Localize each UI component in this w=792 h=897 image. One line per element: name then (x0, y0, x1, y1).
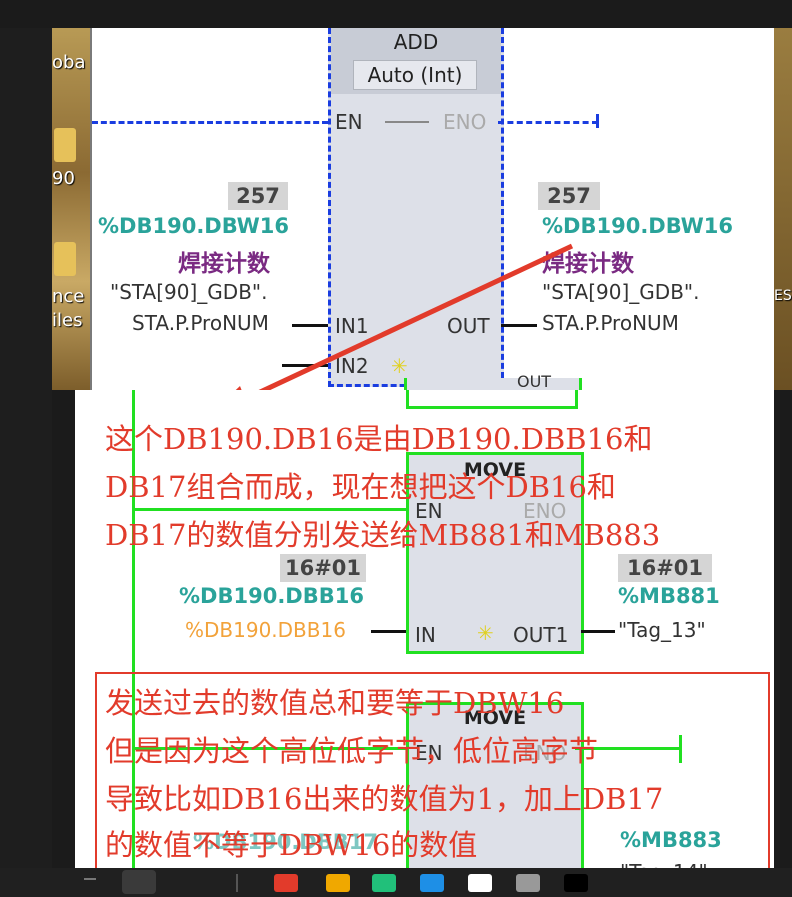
move-1-out1: OUT1 (513, 623, 569, 647)
color-white-swatch[interactable] (468, 874, 492, 892)
add-eno-pin: ENO (443, 110, 487, 134)
folder-icon[interactable] (54, 242, 76, 276)
annotation-text: 这个DB190.DB16是由DB190.DBB16和 (105, 422, 653, 456)
annotation-text: DB17组合而成，现在想把这个DB16和 (105, 470, 616, 504)
plc-ladder-editor: ADD Auto (Int) EN ENO IN1 OUT IN2 ✳ 257 … (92, 28, 774, 418)
desktop-label: nce (52, 286, 85, 307)
color-grey-swatch[interactable] (516, 874, 540, 892)
left-dark-panel (0, 28, 52, 868)
zoom-button[interactable] (122, 870, 156, 894)
move-1-in-value: 16#01 (280, 554, 366, 582)
wire-end (596, 114, 599, 128)
minus-icon[interactable] (84, 878, 96, 880)
move-1-out-address[interactable]: %MB881 (618, 584, 720, 608)
desktop-label: iles (52, 310, 83, 331)
rung-line (406, 406, 578, 409)
desktop-right-strip: ES (774, 28, 792, 390)
move-1-in: IN (415, 623, 436, 647)
eno-wire-right (498, 121, 598, 124)
add-en-pin: EN (335, 110, 363, 134)
bottom-toolbar (0, 868, 792, 897)
annotation-text: 发送过去的数值总和要等于DBW16 (105, 686, 565, 720)
move-1-in-symbol[interactable]: %DB190.DBB16 (185, 618, 346, 642)
toolbar-divider (236, 874, 238, 892)
en-eno-line (385, 121, 429, 123)
color-blue-swatch[interactable] (420, 874, 444, 892)
en-wire (132, 508, 406, 511)
in1-value-label: 257 (228, 182, 288, 210)
annotated-screenshot: MOVE EN ENO IN ✳ OUT1 16#01 %DB190.DBB16… (75, 390, 774, 871)
move-1-in-address[interactable]: %DB190.DBB16 (179, 584, 364, 608)
out-value-label: 257 (538, 182, 600, 210)
desktop-strip: oba 90 nce iles (52, 28, 92, 390)
color-yellow-swatch[interactable] (326, 874, 350, 892)
folder-icon[interactable] (54, 128, 76, 162)
desktop-label: oba (52, 52, 86, 73)
color-green-swatch[interactable] (372, 874, 396, 892)
move-1-out-tag[interactable]: "Tag_13" (618, 618, 706, 642)
en-wire-left (92, 121, 328, 124)
desktop-label: ES (774, 288, 792, 304)
desktop-label: 90 (52, 168, 75, 189)
annotation-text: DB17的数值分别发送给MB881和MB883 (105, 518, 661, 552)
annotation-text: 导致比如DB16出来的数值为1，加上DB17 (105, 782, 664, 816)
in-wire (371, 630, 406, 633)
add-type-dropdown[interactable]: Auto (Int) (353, 60, 477, 90)
color-black-swatch[interactable] (564, 874, 588, 892)
out-wire (581, 630, 615, 633)
annotation-text: 的数值不等于DBW16的数值 (105, 828, 478, 862)
color-red-swatch[interactable] (274, 874, 298, 892)
sparkle-icon: ✳ (477, 621, 494, 645)
move-1-out-value: 16#01 (618, 554, 712, 582)
add-block-title: ADD (393, 30, 439, 54)
annotation-text: 但是因为这个高位低字节，低位高字节 (105, 734, 599, 768)
top-dark-bar (0, 0, 792, 28)
